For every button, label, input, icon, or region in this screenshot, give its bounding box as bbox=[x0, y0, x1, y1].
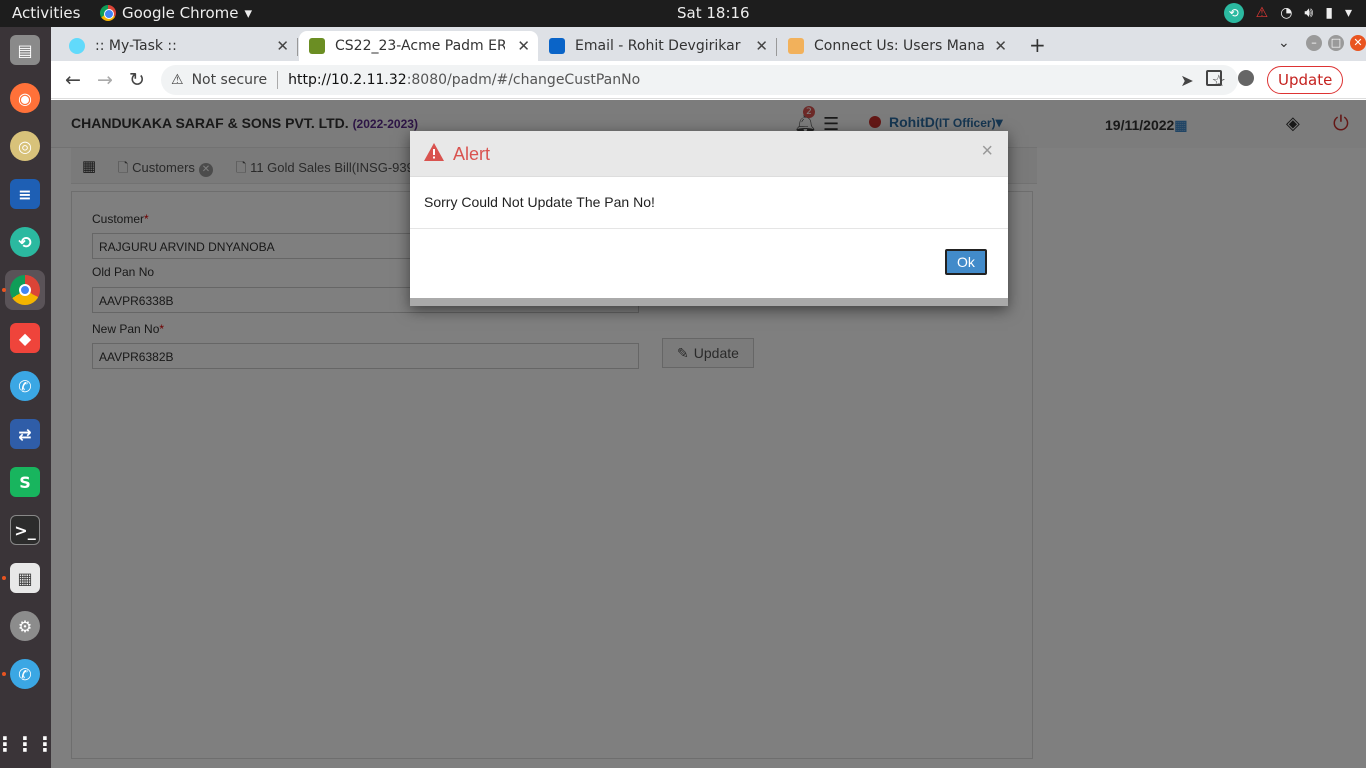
dock-calculator[interactable]: ▦ bbox=[5, 558, 45, 598]
app-menu-label: Google Chrome bbox=[122, 4, 239, 22]
browser-tab[interactable]: Connect Us: Users Manag ✕ bbox=[778, 31, 1015, 61]
chrome-update-label: Update bbox=[1278, 71, 1333, 89]
minimize-icon[interactable]: – bbox=[1306, 35, 1322, 51]
running-indicator bbox=[2, 576, 6, 580]
close-tab-icon[interactable]: ✕ bbox=[755, 37, 768, 55]
reload-icon[interactable]: ↻ bbox=[129, 69, 145, 91]
browser-tab-active[interactable]: CS22_23-Acme Padm ERP ✕ bbox=[299, 31, 538, 61]
chrome-icon bbox=[10, 275, 40, 305]
tab-title: Email - Rohit Devgirikar - C bbox=[575, 38, 745, 54]
tab-title: Connect Us: Users Manag bbox=[814, 38, 984, 54]
dock-phone-2[interactable]: ✆ bbox=[5, 654, 45, 694]
close-icon[interactable]: × bbox=[981, 140, 993, 163]
dock-settings[interactable]: ⚙ bbox=[5, 606, 45, 646]
profile-icon[interactable] bbox=[1238, 70, 1254, 86]
settings-icon: ⚙ bbox=[10, 611, 40, 641]
erp-icon bbox=[309, 38, 325, 54]
dock-terminal[interactable]: >_ bbox=[5, 510, 45, 550]
system-tray[interactable]: ⟲ ⚠ ◔ 🔊︎ ▮ ▾ bbox=[1223, 3, 1352, 23]
running-indicator bbox=[2, 288, 6, 292]
forward-icon[interactable]: → bbox=[97, 69, 113, 91]
music-icon: ◎ bbox=[10, 131, 40, 161]
phone-icon: ✆ bbox=[10, 659, 40, 689]
warning-icon[interactable]: ⚠ bbox=[1256, 5, 1269, 21]
send-icon[interactable]: ➤ bbox=[1180, 71, 1193, 90]
security-label[interactable]: Not secure bbox=[192, 72, 268, 88]
warning-icon[interactable]: ⚠ bbox=[171, 72, 184, 88]
sync-app-icon: ⟲ bbox=[10, 227, 40, 257]
calculator-icon: ▦ bbox=[10, 563, 40, 593]
dock-firefox[interactable]: ◉ bbox=[5, 78, 45, 118]
side-panel-icon[interactable] bbox=[1206, 70, 1222, 86]
tab-divider bbox=[297, 38, 298, 56]
chrome-icon bbox=[100, 5, 116, 21]
dock-rhythmbox[interactable]: ◎ bbox=[5, 126, 45, 166]
wifi-icon[interactable]: ◔ bbox=[1280, 5, 1292, 21]
close-tab-icon[interactable]: ✕ bbox=[517, 37, 530, 55]
dock-wps[interactable]: S bbox=[5, 462, 45, 502]
dock-sync[interactable]: ⟲ bbox=[5, 222, 45, 262]
chrome-update-button[interactable]: Update bbox=[1267, 66, 1344, 94]
alert-message: Sorry Could Not Update The Pan No! bbox=[410, 177, 1008, 229]
app-grid-icon: ⋮⋮⋮ bbox=[0, 732, 55, 756]
sync-icon[interactable]: ⟲ bbox=[1223, 3, 1244, 23]
alert-title: Alert bbox=[453, 144, 491, 164]
terminal-icon: >_ bbox=[10, 515, 40, 545]
close-tab-icon[interactable]: ✕ bbox=[994, 37, 1007, 55]
outlook-icon bbox=[549, 38, 565, 54]
chevron-down-icon: ▾ bbox=[244, 4, 253, 22]
back-icon[interactable]: ← bbox=[65, 69, 81, 91]
firefox-icon: ◉ bbox=[10, 83, 40, 113]
dock-writer[interactable]: ≡ bbox=[5, 174, 45, 214]
file-cabinet-icon: ▤ bbox=[10, 35, 40, 65]
maximize-icon[interactable]: □ bbox=[1328, 35, 1344, 51]
document-icon: ≡ bbox=[10, 179, 40, 209]
dock: ▤ ◉ ◎ ≡ ⟲ ◆ ✆ ⇄ S >_ ▦ ⚙ ✆ ⋮⋮⋮ bbox=[0, 27, 55, 768]
close-tab-icon[interactable]: ✕ bbox=[276, 37, 289, 55]
browser-tab[interactable]: :: My-Task :: ✕ bbox=[59, 31, 297, 61]
battery-icon[interactable]: ▮ bbox=[1325, 5, 1333, 21]
react-icon bbox=[69, 38, 85, 54]
address-toolbar: ← → ↻ ⚠ Not secure http://10.2.11.32:808… bbox=[51, 61, 1366, 99]
browser-tab[interactable]: Email - Rohit Devgirikar - C ✕ bbox=[539, 31, 776, 61]
dock-chrome[interactable] bbox=[5, 270, 45, 310]
spreadsheet-icon: S bbox=[10, 467, 40, 497]
dock-phone[interactable]: ✆ bbox=[5, 366, 45, 406]
network-icon: ⇄ bbox=[10, 419, 40, 449]
clock[interactable]: Sat 18:16 bbox=[677, 4, 750, 22]
activities-button[interactable]: Activities bbox=[12, 4, 80, 22]
omnibox[interactable]: ⚠ Not secure http://10.2.11.32:8080/padm… bbox=[161, 65, 1238, 95]
app-menu[interactable]: Google Chrome ▾ bbox=[100, 4, 252, 22]
chevron-down-icon[interactable]: ▾ bbox=[1345, 5, 1352, 21]
tab-title: CS22_23-Acme Padm ERP bbox=[335, 38, 505, 54]
url-host: http://10.2.11.32 bbox=[288, 72, 407, 88]
ok-button[interactable]: Ok bbox=[945, 249, 987, 275]
tab-divider bbox=[776, 38, 777, 56]
url-path: :8080/padm/#/changeCustPanNo bbox=[406, 72, 641, 88]
tab-search-icon[interactable]: ⌄ bbox=[1278, 35, 1290, 51]
site-icon bbox=[788, 38, 804, 54]
url-text[interactable]: http://10.2.11.32:8080/padm/#/changeCust… bbox=[288, 72, 640, 88]
warning-icon bbox=[424, 143, 444, 161]
gnome-top-bar: Activities Google Chrome ▾ Sat 18:16 ⟲ ⚠… bbox=[0, 0, 1366, 27]
new-tab-icon[interactable]: + bbox=[1029, 33, 1046, 57]
omnibox-divider bbox=[277, 71, 279, 89]
volume-icon[interactable]: 🔊︎ bbox=[1304, 5, 1313, 21]
tab-title: :: My-Task :: bbox=[95, 38, 177, 54]
chrome-tab-bar: :: My-Task :: ✕ CS22_23-Acme Padm ERP ✕ … bbox=[51, 27, 1366, 61]
dock-files[interactable]: ▤ bbox=[5, 30, 45, 70]
anydesk-icon: ◆ bbox=[10, 323, 40, 353]
phone-icon: ✆ bbox=[10, 371, 40, 401]
dialog-footer-edge bbox=[410, 298, 1008, 306]
dock-network[interactable]: ⇄ bbox=[5, 414, 45, 454]
close-window-icon[interactable]: ✕ bbox=[1350, 35, 1366, 51]
show-apps-button[interactable]: ⋮⋮⋮ bbox=[0, 724, 55, 764]
dock-anydesk[interactable]: ◆ bbox=[5, 318, 45, 358]
window-controls: – □ ✕ bbox=[1306, 35, 1366, 51]
alert-dialog: Alert × Sorry Could Not Update The Pan N… bbox=[410, 131, 1008, 306]
running-indicator bbox=[2, 672, 6, 676]
alert-header: Alert × bbox=[410, 131, 1008, 177]
